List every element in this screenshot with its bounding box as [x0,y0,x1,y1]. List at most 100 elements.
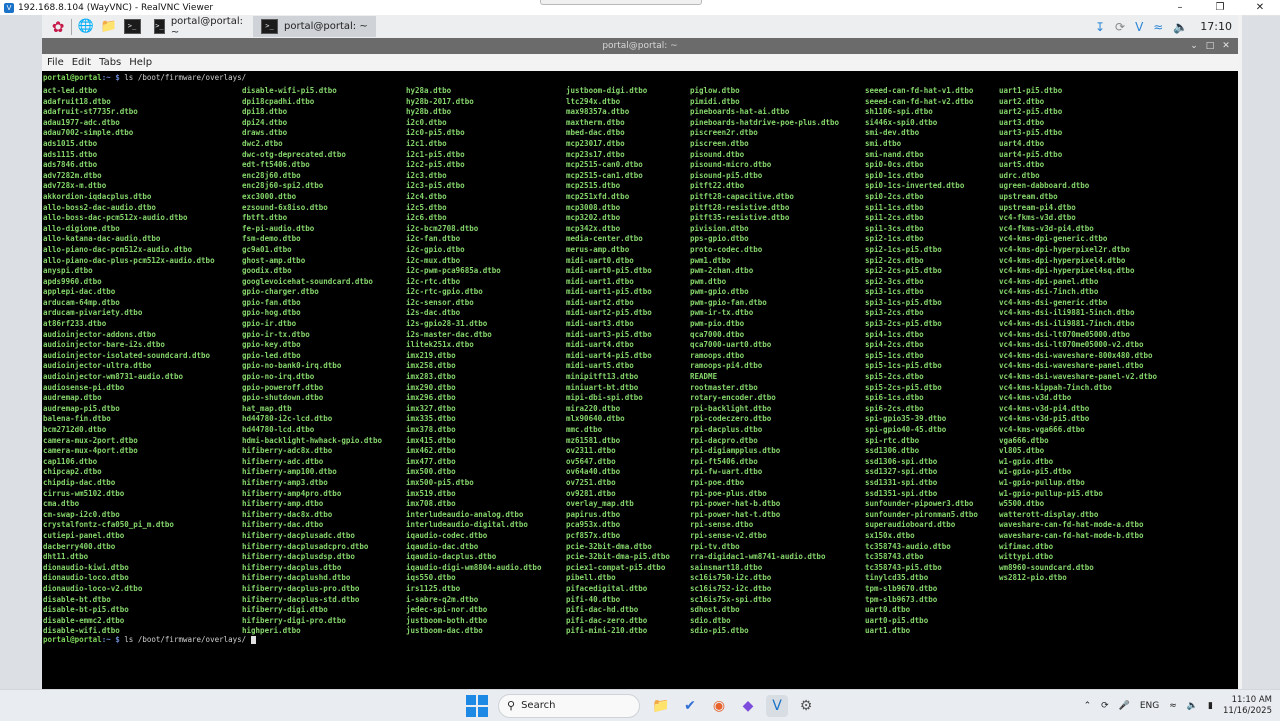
file-entry: i2c1.dtbo [406,138,447,148]
menu-file[interactable]: File [47,57,64,68]
minimize-button[interactable]: – [1160,0,1200,15]
file-entry: hifiberry-dac8x.dtbo [242,509,333,519]
vnc-viewer-icon[interactable]: V [766,694,788,717]
file-entry: ghost-amp.dtbo [242,255,306,265]
windows-start-icon[interactable] [466,694,488,717]
file-entry: upstream-pi4.dtbo [999,202,1076,212]
raspberry-pi-menu-icon[interactable]: ✿ [50,19,66,35]
file-entry: i2c5.dtbo [406,202,447,212]
file-entry: rpi-dacpro.dtbo [690,435,758,445]
search-input[interactable]: ⚲ Search [498,693,640,718]
terminal-launcher-icon[interactable]: >_ [123,18,141,36]
download-icon[interactable]: ↧ [1095,20,1105,34]
file-entry: akkordion-iqdacplus.dtbo [43,191,152,201]
file-entry: cirrus-wm5102.dtbo [43,488,125,498]
file-manager-launcher-icon[interactable]: 📁 [100,18,118,36]
file-entry: tinylcd35.dtbo [865,573,929,583]
language-indicator[interactable]: ENG [1140,701,1159,711]
terminal-close-icon[interactable]: ✕ [1218,38,1234,54]
file-entry: spi5-1cs-pi5.dtbo [865,361,942,371]
remote-desktop[interactable]: ✿ 🌐 📁 >_ >_ portal@portal: ~ >_ portal@p… [42,15,1238,689]
file-entry: iqaudio-codec.dtbo [406,530,488,540]
network-icon[interactable]: ≈ [1169,701,1177,711]
file-entry: spi5-2cs-pi5.dtbo [865,382,942,392]
file-entry: hifiberry-dacplus-pro.dtbo [242,583,360,593]
vnc-toolbar-handle[interactable] [540,0,702,5]
firefox-icon[interactable]: ◉ [708,695,730,717]
file-entry: vc4-kms-dsi-waveshare-panel.dtbo [999,361,1144,371]
file-entry: audioinjector-ultra.dtbo [43,361,152,371]
menu-tabs[interactable]: Tabs [99,57,121,68]
file-entry: draws.dtbo [242,128,288,138]
file-entry: edt-ft5406.dtbo [242,160,310,170]
file-entry: seeed-can-fd-hat-v1.dtbo [865,86,974,95]
file-entry: vc4-kms-vga666.dtbo [999,425,1085,434]
file-entry: vc4-kms-dpi-hyperpixel2r.dtbo [999,244,1130,254]
taskbar-clock[interactable]: 11:10 AM 11/16/2025 [1223,695,1272,717]
obsidian-icon[interactable]: ◆ [737,695,759,717]
wifi-icon[interactable]: ≈ [1153,20,1163,34]
file-entry: wifimac.dtbo [999,541,1054,551]
file-entry: uart4.dtbo [999,138,1045,148]
terminal-titlebar[interactable]: portal@portal: ~ ⌄ □ ✕ [42,38,1238,54]
menu-help[interactable]: Help [129,57,152,68]
panel-separator [71,18,72,35]
file-entry: w1-gpio-pullup.dtbo [999,477,1085,487]
file-entry: ssd1306-spi.dtbo [865,456,938,466]
file-entry: vc4-kms-dsi-waveshare-800x480.dtbo [999,350,1153,360]
file-entry: googlevoicehat-soundcard.dtbo [242,276,373,286]
file-entry: i2c-mux.dtbo [406,255,461,265]
file-entry: i2c-sensor.dtbo [406,297,474,307]
file-explorer-icon[interactable]: 📁 [650,695,672,717]
todo-icon[interactable]: ✔ [679,695,701,717]
close-button[interactable]: ✕ [1240,0,1280,15]
file-entry: mmc.dtbo [566,425,603,434]
file-entry: rpi-ft5406.dtbo [690,456,758,466]
file-entry: ads7846.dtbo [43,160,98,170]
volume-icon[interactable]: 🔈 [1173,20,1188,34]
file-entry: sc16is75x-spi.dtbo [690,594,772,604]
file-entry: pitft28-capacitive.dtbo [690,191,794,201]
file-entry: pifi-mini-210.dtbo [566,626,648,636]
file-entry: disable-bt.dtbo [43,594,111,604]
speaker-icon[interactable]: 🔈 [1187,701,1198,711]
file-entry: uart0.dtbo [865,605,911,615]
panel-clock[interactable]: 17:10 [1200,20,1232,33]
file-entry: mcp342x.dtbo [566,223,621,233]
file-entry: hifiberry-amp4pro.dtbo [242,488,342,498]
file-entry: wm8960-soundcard.dtbo [999,562,1094,572]
terminal-output[interactable]: portal@portal:~ $ ls /boot/firmware/over… [42,71,1228,689]
taskbar-item-terminal-2[interactable]: >_ portal@portal: ~ [253,16,376,37]
sync-icon[interactable]: ⟳ [1101,701,1109,711]
file-entry: hifiberry-dacplushd.dtbo [242,573,351,583]
file-entry: piscreen.dtbo [690,138,749,148]
file-entry: pcie-32bit-dma.dtbo [566,541,652,551]
file-entry: imx462.dtbo [406,446,456,456]
microphone-icon[interactable]: 🎤 [1119,701,1130,711]
file-entry: allo-piano-dac-pcm512x-audio.dtbo [43,244,193,254]
file-entry: gpio-no-bank0-irq.dtbo [242,361,342,371]
restore-button[interactable]: ❐ [1200,0,1240,15]
menu-edit[interactable]: Edit [72,57,91,68]
vnc-scrollbar[interactable] [1238,15,1242,689]
file-entry: smi-dev.dtbo [865,128,920,138]
terminal-minimize-icon[interactable]: ⌄ [1186,38,1202,54]
file-entry: i2c0-pi5.dtbo [406,128,465,138]
chevron-up-icon[interactable]: ⌃ [1084,701,1092,711]
file-entry: imx219.dtbo [406,350,456,360]
taskbar-item-terminal-1[interactable]: >_ portal@portal: ~ [146,16,251,38]
browser-launcher-icon[interactable]: 🌐 [77,18,95,36]
update-icon[interactable]: ⟳ [1115,20,1125,34]
settings-icon[interactable]: ⚙ [795,695,817,717]
file-entry: hy28b-2017.dtbo [406,96,474,106]
terminal-maximize-icon[interactable]: □ [1202,38,1218,54]
listing-column-7: uart1-pi5.dtbo uart2.dtbo uart2-pi5.dtbo ua… [999,86,1157,584]
file-entry: imx296.dtbo [406,393,456,403]
battery-icon[interactable]: ▮ [1208,701,1213,711]
bluetooth-icon[interactable]: ᐯ [1135,20,1143,34]
file-entry: papirus.dtbo [566,509,621,519]
file-entry: rpi-dacplus.dtbo [690,425,763,434]
file-entry: hifiberry-dacplusadcpro.dtbo [242,541,369,551]
file-entry: i2c4.dtbo [406,191,447,201]
file-entry: udrc.dtbo [999,170,1040,180]
